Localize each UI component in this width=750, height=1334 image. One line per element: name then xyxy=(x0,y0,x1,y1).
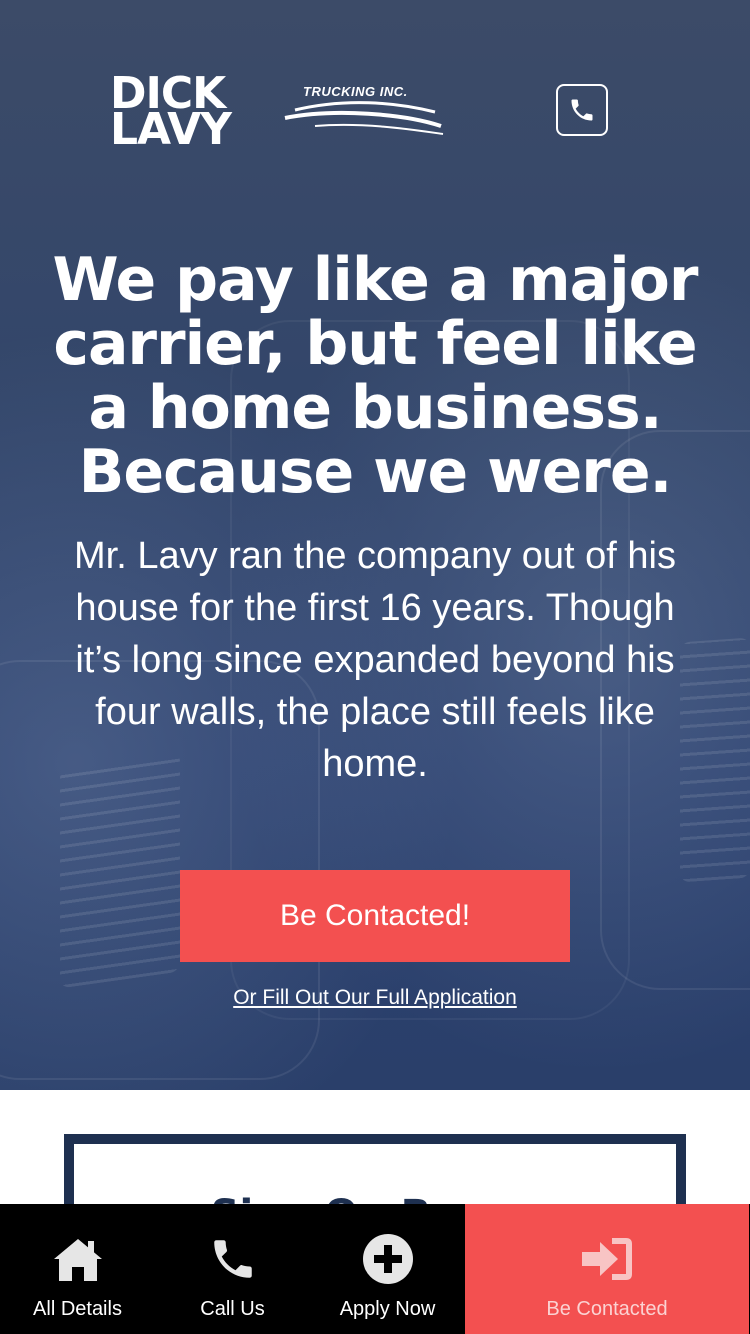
logo-swoosh-icon xyxy=(284,101,444,135)
phone-icon xyxy=(213,1240,252,1278)
hero-headline: We pay like a major carrier, but feel li… xyxy=(52,245,699,507)
full-application-link[interactable]: Or Fill Out Our Full Application xyxy=(150,986,600,1010)
nav-label: Be Contacted xyxy=(546,1298,668,1320)
nav-label: Apply Now xyxy=(339,1298,436,1320)
nav-label: Call Us xyxy=(200,1298,265,1320)
nav-label: All Details xyxy=(33,1298,122,1320)
truck-grille-decoration xyxy=(680,637,750,883)
nav-call-us[interactable]: Call Us xyxy=(155,1204,310,1334)
nav-be-contacted[interactable]: Be Contacted xyxy=(465,1204,749,1334)
header-call-button[interactable] xyxy=(556,84,608,136)
nav-apply-now[interactable]: Apply Now xyxy=(310,1204,465,1334)
plus-circle-icon xyxy=(362,1234,413,1284)
be-contacted-button[interactable]: Be Contacted! xyxy=(180,870,570,962)
sign-in-icon xyxy=(582,1238,632,1280)
hero-section: DICK LAVY TRUCKING INC. We pay like a ma… xyxy=(0,0,750,1090)
hero-body-text: Mr. Lavy ran the company out of his hous… xyxy=(74,535,676,785)
company-logo[interactable]: DICK LAVY TRUCKING INC. xyxy=(110,72,444,155)
phone-icon xyxy=(571,99,593,121)
bottom-navigation: All Details Call Us Apply Now Be Contact… xyxy=(0,1204,750,1334)
home-icon xyxy=(53,1239,102,1281)
nav-all-details[interactable]: All Details xyxy=(0,1204,155,1334)
logo-line-2: LAVY xyxy=(110,104,232,155)
